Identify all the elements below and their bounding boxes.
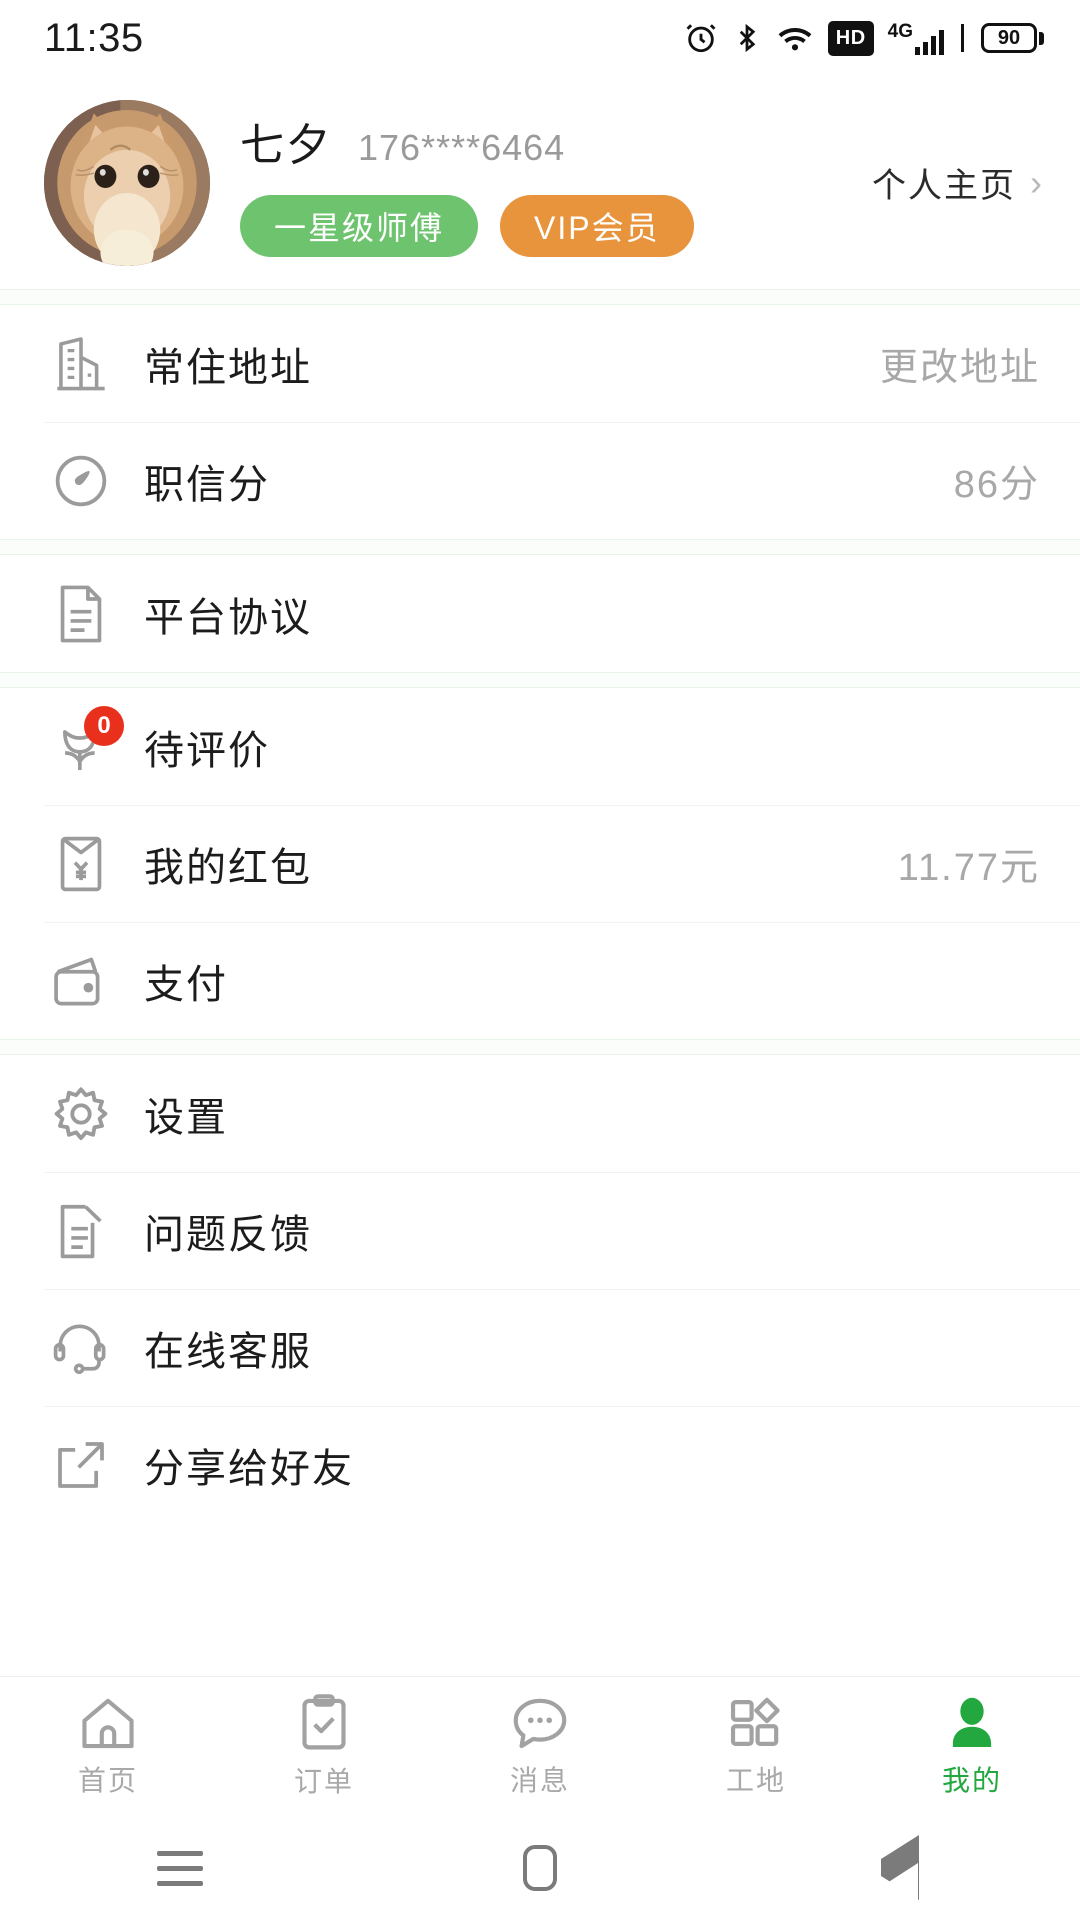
group-divider [0, 289, 1080, 305]
cat-avatar-image [44, 99, 210, 266]
menu-item-settings[interactable]: 设置 [0, 1055, 1080, 1172]
menu-item-pending-review[interactable]: 0 待评价 [0, 688, 1080, 805]
tab-messages[interactable]: 消息 [432, 1677, 648, 1816]
menu-item-label: 问题反馈 [144, 1212, 312, 1257]
tab-worksite[interactable]: 工地 [648, 1677, 864, 1816]
grid-shapes-icon [727, 1695, 785, 1751]
user-name: 七夕 [240, 120, 332, 170]
headset-icon [44, 1311, 118, 1385]
android-nav-bar [0, 1816, 1080, 1920]
tab-mine[interactable]: 我的 [864, 1677, 1080, 1816]
person-icon [944, 1695, 1000, 1751]
gear-icon [44, 1077, 118, 1151]
tab-label: 我的 [941, 1764, 1002, 1796]
menu-group-account: 常住地址 更改地址 职信分 86分 [0, 305, 1080, 539]
recents-button[interactable] [120, 1850, 240, 1886]
red-envelope-icon [44, 827, 118, 901]
menu-item-label: 在线客服 [144, 1329, 312, 1374]
menu-item-value: 86分 [953, 464, 1040, 506]
wallet-icon [44, 944, 118, 1018]
menu-item-label: 职信分 [144, 462, 270, 507]
menu-item-value: 11.77元 [897, 847, 1040, 889]
hd-icon: HD [827, 20, 874, 56]
menu-item-payment[interactable]: 支付 [0, 922, 1080, 1039]
group-divider [0, 1039, 1080, 1055]
edit-note-icon [44, 1194, 118, 1268]
home-square-icon [523, 1845, 557, 1891]
bluetooth-icon [732, 21, 762, 55]
status-divider [961, 24, 964, 52]
tab-home[interactable]: 首页 [0, 1677, 216, 1816]
menu-item-label: 我的红包 [144, 845, 312, 890]
profile-info: 七夕 176****6464 一星级师傅 VIP会员 [240, 109, 862, 257]
status-badge: 0 [84, 705, 124, 746]
back-triangle-icon [881, 1835, 919, 1903]
recents-icon [157, 1850, 203, 1886]
menu-item-share[interactable]: 分享给好友 [0, 1406, 1080, 1523]
back-button[interactable] [840, 1835, 960, 1903]
vip-badge[interactable]: VIP会员 [500, 194, 694, 257]
menu-group-agreement: 平台协议 [0, 555, 1080, 672]
menu-item-value[interactable]: 更改地址 [880, 336, 1040, 391]
menu-item-platform-agreement[interactable]: 平台协议 [0, 555, 1080, 672]
battery-level: 90 [981, 23, 1037, 53]
menu-item-credit-score[interactable]: 职信分 86分 [0, 422, 1080, 539]
signal-4g-icon: 4G [888, 22, 944, 55]
network-label: 4G [887, 20, 913, 42]
wifi-icon [776, 21, 814, 55]
signal-bars [915, 29, 944, 55]
tab-orders[interactable]: 订单 [216, 1677, 432, 1816]
menu-item-feedback[interactable]: 问题反馈 [0, 1172, 1080, 1289]
home-button[interactable] [480, 1845, 600, 1891]
chevron-right-icon: › [1030, 161, 1044, 203]
alarm-icon [684, 21, 718, 55]
clipboard-check-icon [298, 1693, 350, 1752]
menu-item-label: 分享给好友 [144, 1446, 354, 1491]
document-icon [44, 577, 118, 651]
menu-group-support: 设置 问题反馈 在线客服 分享给好友 [0, 1055, 1080, 1523]
home-icon [78, 1695, 138, 1751]
battery-tip [1039, 31, 1044, 45]
rank-badge[interactable]: 一星级师傅 [240, 194, 479, 257]
tab-label: 订单 [293, 1765, 354, 1797]
menu-item-customer-service[interactable]: 在线客服 [0, 1289, 1080, 1406]
menu-item-label: 平台协议 [144, 595, 312, 640]
bottom-tab-bar: 首页 订单 消息 工地 我的 [0, 1676, 1080, 1816]
menu-item-label: 常住地址 [144, 345, 312, 390]
avatar[interactable] [44, 99, 210, 266]
menu-item-label: 设置 [144, 1095, 228, 1140]
profile-header[interactable]: 七夕 176****6464 一星级师傅 VIP会员 个人主页 › [0, 76, 1080, 289]
menu-item-address[interactable]: 常住地址 更改地址 [0, 305, 1080, 422]
tab-label: 首页 [77, 1764, 138, 1796]
menu-item-label: 待评价 [144, 728, 270, 773]
flower-icon: 0 [44, 705, 124, 784]
profile-name-row: 七夕 176****6464 [240, 109, 862, 173]
menu-item-red-packet[interactable]: 我的红包 11.77元 [0, 805, 1080, 922]
status-bar: 11:35 HD 4G 90 [0, 0, 1080, 76]
group-divider [0, 672, 1080, 688]
user-phone: 176****6464 [358, 126, 566, 168]
building-icon [44, 327, 118, 401]
status-bar-clock: 11:35 [44, 15, 144, 60]
battery-icon: 90 [981, 23, 1044, 53]
app-screen: 11:35 HD 4G 90 七夕 176****6464 一星级师傅 VIP会… [0, 0, 1080, 1920]
status-bar-icons: HD 4G 90 [684, 20, 1044, 56]
group-divider [0, 539, 1080, 555]
share-icon [44, 1428, 118, 1502]
personal-homepage-link[interactable]: 个人主页 › [862, 158, 1044, 207]
personal-homepage-label: 个人主页 [872, 167, 1016, 205]
tab-label: 工地 [725, 1764, 786, 1796]
menu-group-transactions: 0 待评价 我的红包 11.77元 支付 [0, 688, 1080, 1039]
gauge-icon [44, 444, 118, 518]
chat-bubble-icon [510, 1695, 570, 1751]
tab-label: 消息 [509, 1764, 570, 1796]
menu-item-label: 支付 [144, 962, 228, 1007]
profile-badges: 一星级师傅 VIP会员 [240, 194, 862, 257]
